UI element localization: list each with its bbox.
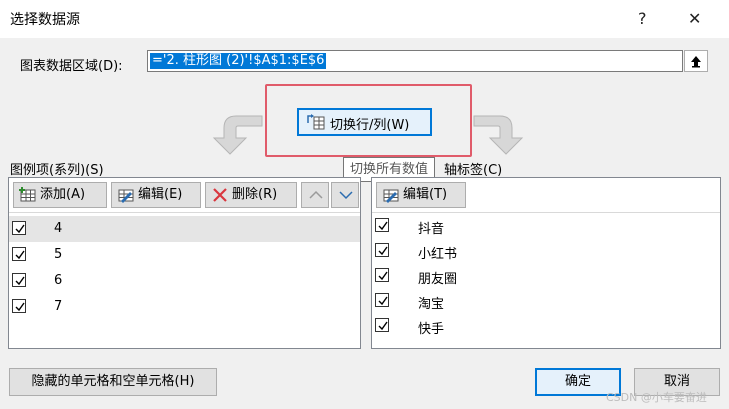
chevron-up-icon <box>309 190 323 199</box>
axis-labels-panel: 编辑(T) 抖音 小红书 朋友圈 淘宝 快手 <box>371 177 721 349</box>
range-input[interactable]: ='2. 柱形图 (2)'!$A$1:$E$6 <box>147 50 683 72</box>
collapse-arrow-icon <box>691 56 701 68</box>
legend-item-6[interactable]: 6 <box>9 268 360 294</box>
range-value: ='2. 柱形图 (2)'!$A$1:$E$6 <box>150 53 327 69</box>
axis-item-checkbox[interactable] <box>375 293 389 307</box>
check-icon <box>378 271 388 281</box>
curved-arrow-right-icon <box>473 115 524 155</box>
axis-item-label: 抖音 <box>418 222 445 237</box>
axis-item[interactable]: 淘宝 <box>372 288 720 314</box>
edit-series-label: 编辑(E) <box>138 187 183 202</box>
axis-item[interactable]: 抖音 <box>372 213 720 239</box>
watermark: CSDN @小车要奋进 <box>606 391 707 404</box>
delete-series-label: 删除(R) <box>232 187 278 202</box>
edit-axis-label: 编辑(T) <box>403 187 448 202</box>
check-icon <box>15 276 25 286</box>
check-icon <box>378 321 388 331</box>
legend-item-checkbox[interactable] <box>12 247 26 261</box>
add-series-label: 添加(A) <box>40 187 86 202</box>
check-icon <box>15 250 25 260</box>
legend-item-7[interactable]: 7 <box>9 294 360 320</box>
check-icon <box>15 224 25 234</box>
switch-row-column-icon <box>307 114 325 130</box>
check-icon <box>15 302 25 312</box>
switch-row-column-button[interactable]: 切换行/列(W) <box>297 108 432 136</box>
move-up-button[interactable] <box>301 182 329 208</box>
help-icon[interactable]: ? <box>638 9 647 28</box>
curved-arrow-left-icon <box>212 115 263 155</box>
check-icon <box>378 246 388 256</box>
edit-axis-button[interactable]: 编辑(T) <box>376 182 466 208</box>
axis-item-checkbox[interactable] <box>375 243 389 257</box>
hidden-empty-cells-button[interactable]: 隐藏的单元格和空单元格(H) <box>9 368 217 396</box>
edit-table-icon <box>118 189 134 203</box>
axis-item-checkbox[interactable] <box>375 218 389 232</box>
window-title: 选择数据源 <box>10 12 80 28</box>
legend-item-checkbox[interactable] <box>12 273 26 287</box>
title-bar: 选择数据源 ? ✕ <box>0 0 729 38</box>
delete-series-button[interactable]: 删除(R) <box>205 182 297 208</box>
legend-item-5[interactable]: 5 <box>9 242 360 268</box>
legend-item-checkbox[interactable] <box>12 221 26 235</box>
axis-item-label: 小红书 <box>418 247 458 262</box>
axis-item-label: 朋友圈 <box>418 272 458 287</box>
legend-panel: 添加(A) 编辑(E) 删除(R) 4 5 6 7 <box>8 177 361 349</box>
switch-row-column-label: 切换行/列(W) <box>330 118 410 133</box>
axis-item-checkbox[interactable] <box>375 268 389 282</box>
legend-toolbar: 添加(A) 编辑(E) 删除(R) <box>9 178 360 213</box>
legend-item-4[interactable]: 4 <box>9 216 360 242</box>
add-series-button[interactable]: 添加(A) <box>13 182 107 208</box>
axis-toolbar: 编辑(T) <box>372 178 720 213</box>
axis-item-checkbox[interactable] <box>375 318 389 332</box>
legend-item-label: 7 <box>54 299 63 314</box>
check-icon <box>378 221 388 231</box>
legend-item-label: 6 <box>54 273 63 288</box>
axis-item[interactable]: 小红书 <box>372 238 720 264</box>
check-icon <box>378 296 388 306</box>
axis-item-label: 淘宝 <box>418 297 445 312</box>
legend-item-label: 5 <box>54 247 63 262</box>
edit-series-button[interactable]: 编辑(E) <box>111 182 201 208</box>
chevron-down-icon <box>339 191 353 200</box>
move-down-button[interactable] <box>331 182 359 208</box>
delete-x-icon <box>213 188 227 202</box>
edit-table-icon <box>383 189 399 203</box>
close-icon[interactable]: ✕ <box>688 9 701 28</box>
axis-item[interactable]: 快手 <box>372 313 720 339</box>
legend-entries-label: 图例项(系列)(S) <box>10 163 104 178</box>
range-label: 图表数据区域(D): <box>20 59 123 74</box>
legend-item-label: 4 <box>54 221 63 236</box>
collapse-dialog-button[interactable] <box>684 50 708 72</box>
axis-item[interactable]: 朋友圈 <box>372 263 720 289</box>
legend-item-checkbox[interactable] <box>12 299 26 313</box>
add-table-icon <box>19 187 36 202</box>
axis-item-label: 快手 <box>418 322 445 337</box>
axis-labels-label: 轴标签(C) <box>444 163 503 178</box>
